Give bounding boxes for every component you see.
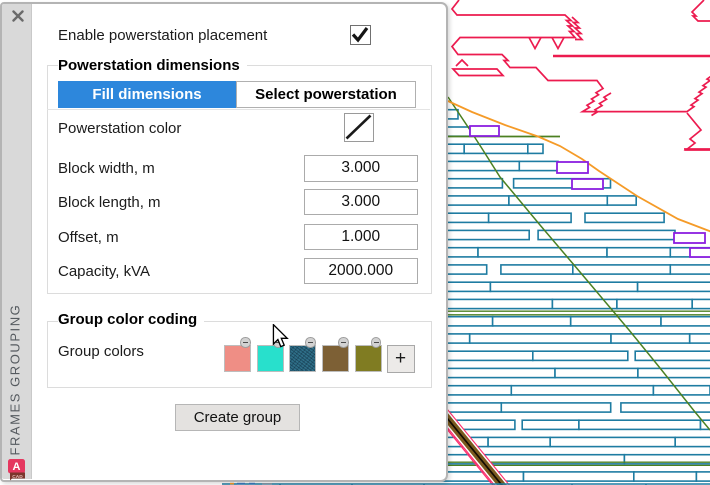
svg-text:CAD: CAD (12, 474, 23, 480)
svg-text:A: A (13, 461, 21, 473)
